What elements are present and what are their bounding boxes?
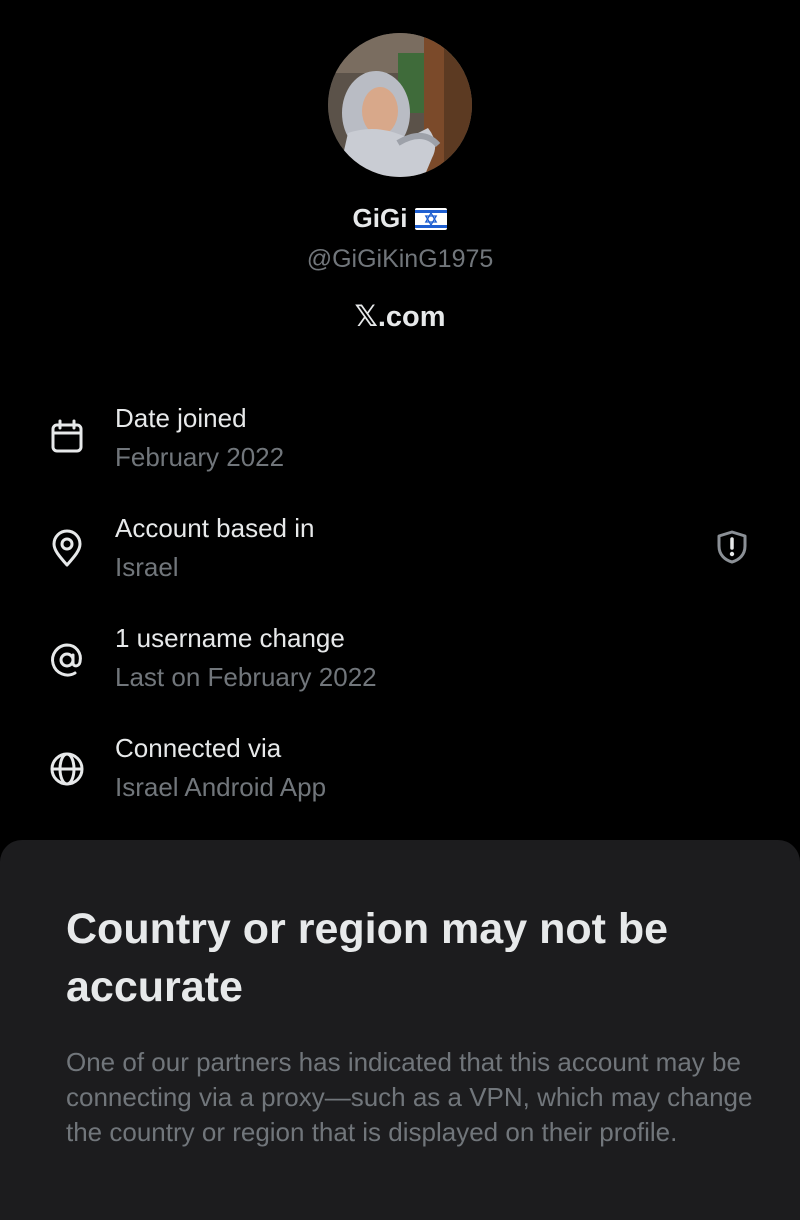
info-row-username-change: 1 username change Last on February 2022 [0, 620, 800, 710]
globe-icon [50, 752, 84, 786]
avatar-photo [328, 33, 472, 177]
info-row-date-joined: Date joined February 2022 [0, 400, 800, 490]
info-row-connected-via: Connected via Israel Android App [0, 730, 800, 820]
info-title: Date joined [115, 403, 247, 433]
info-subtitle: Israel Android App [115, 772, 327, 802]
calendar-icon [51, 419, 83, 453]
info-subtitle: Last on February 2022 [115, 662, 377, 692]
display-name-row: GiGi [0, 198, 800, 238]
info-subtitle: Israel [115, 552, 179, 582]
sheet-title: Country or region may not be accurate [66, 905, 669, 1011]
info-subtitle: February 2022 [115, 442, 285, 472]
profile-about-page: GiGi @GiGiKinG1975 𝕏.com Date joined Feb… [0, 0, 800, 840]
info-title: Account based in [115, 513, 315, 543]
info-row-account-based-in: Account based in Israel [0, 510, 800, 600]
info-title: Connected via [115, 733, 282, 763]
sheet-body: One of our partners has indicated that t… [66, 1047, 753, 1147]
accuracy-info-sheet: Country or region may not be accurate On… [0, 840, 800, 1220]
israel-flag-icon [415, 208, 448, 230]
display-name: GiGi [352, 203, 408, 233]
info-title: 1 username change [115, 623, 345, 653]
shield-alert-icon[interactable] [714, 529, 750, 565]
location-pin-icon [52, 529, 82, 567]
site-label: 𝕏.com [354, 301, 446, 333]
avatar[interactable] [328, 33, 472, 177]
user-handle: @GiGiKinG1975 [306, 245, 494, 273]
at-sign-icon [51, 643, 82, 677]
